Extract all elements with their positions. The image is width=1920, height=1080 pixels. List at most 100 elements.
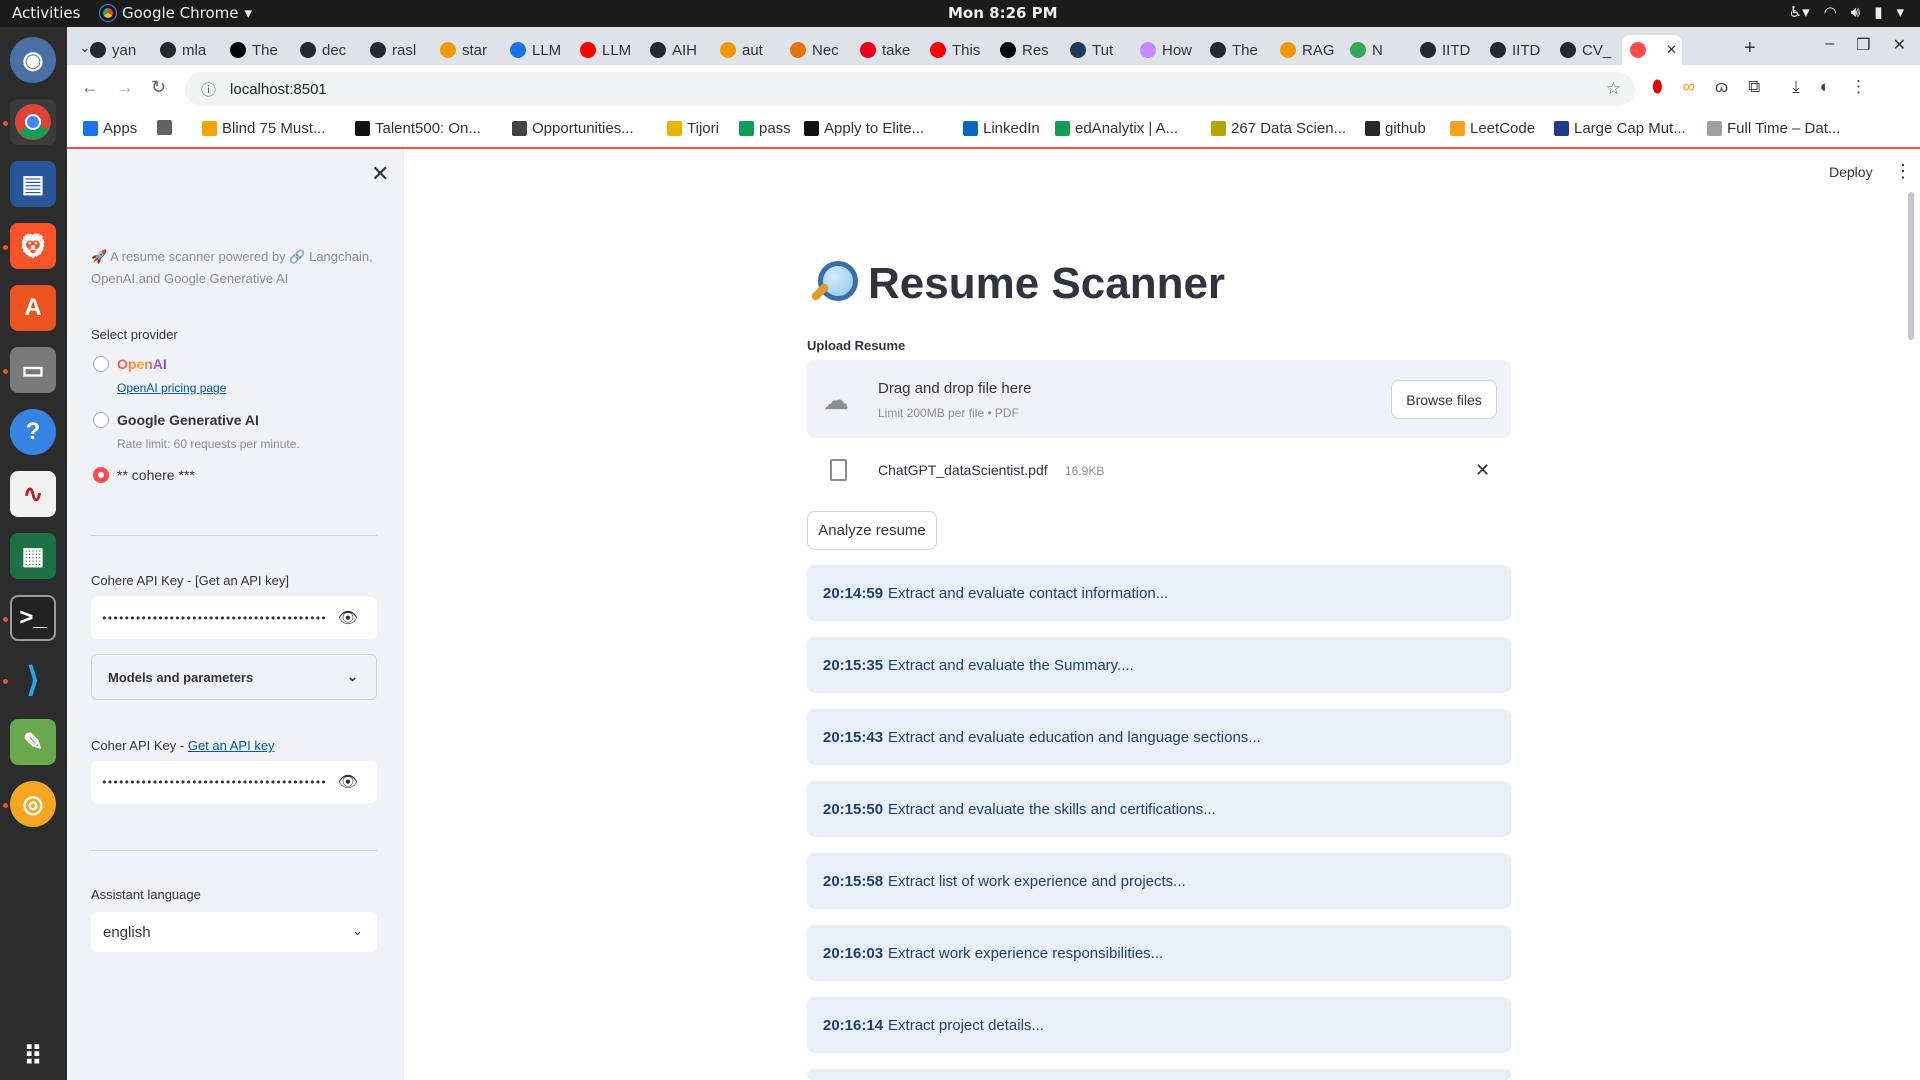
close-icon[interactable]: ✕ [1893, 35, 1906, 55]
vscode-icon[interactable]: ⟩ [10, 657, 56, 703]
radio-google[interactable] [93, 412, 109, 428]
browser-tab[interactable]: This [922, 35, 990, 65]
wifi-icon[interactable]: ◠ [1824, 3, 1837, 21]
site-info-icon[interactable]: ⓘ [201, 79, 216, 100]
files-icon[interactable]: ▭ [10, 347, 56, 393]
chrome-menu-icon[interactable]: ⋮ [1850, 77, 1867, 97]
browser-tab[interactable]: take [852, 35, 920, 65]
chromium-icon[interactable]: ◉ [10, 37, 56, 83]
volume-icon[interactable]: 🔊︎ [1851, 3, 1860, 21]
openai-pricing-link[interactable]: OpenAI pricing page [117, 381, 226, 395]
writer-icon[interactable]: ▤ [10, 161, 56, 207]
app-icon[interactable]: ◎ [10, 781, 56, 827]
browser-tab[interactable]: The [1202, 35, 1270, 65]
forward-icon[interactable]: → [116, 77, 134, 98]
bookmark-item[interactable]: Large Cap Mut... [1554, 120, 1686, 137]
get-api-key-link[interactable]: Get an API key [188, 738, 275, 753]
main-menu-icon[interactable]: ⋮ [1894, 161, 1912, 182]
browser-tab[interactable]: aut [712, 35, 780, 65]
extension-icon[interactable]: ɷ [1715, 77, 1728, 97]
remove-file-icon[interactable]: ✕ [1475, 460, 1490, 481]
bookmark-item[interactable]: Apps [83, 120, 137, 137]
browser-tab[interactable]: How [1132, 35, 1200, 65]
opera-icon[interactable]: ⬮ [1652, 77, 1663, 97]
cohere-api-key-input[interactable]: ••••••••••••••••••••••••••••••••••••••••… [91, 597, 377, 639]
bookmark-item[interactable]: github [1365, 120, 1426, 137]
reload-icon[interactable]: ↻ [151, 77, 166, 98]
activities-button[interactable]: Activities [12, 4, 80, 22]
bookmark-item[interactable]: Full Time – Dat... [1707, 120, 1840, 137]
coher-api-key-input[interactable]: ••••••••••••••••••••••••••••••••••••••••… [91, 761, 377, 803]
browser-tab[interactable]: IITD [1482, 35, 1550, 65]
bookmark-item[interactable]: LinkedIn [963, 120, 1040, 137]
browser-tab[interactable]: LLM [572, 35, 640, 65]
chrome-icon[interactable] [10, 99, 56, 145]
browser-tab[interactable]: star [432, 35, 500, 65]
extension-icon[interactable]: ∞ [1683, 77, 1695, 97]
bookmark-star-icon[interactable]: ☆ [1606, 79, 1621, 99]
file-dropzone[interactable]: ☁︎ Drag and drop file here Limit 200MB p… [807, 360, 1511, 438]
bookmark-item[interactable]: Opportunities... [512, 120, 634, 137]
radio-cohere[interactable] [93, 467, 109, 483]
download-icon[interactable]: ⤓ [1792, 77, 1800, 97]
browser-tab[interactable]: RAG [1272, 35, 1340, 65]
show-password-icon[interactable]: 👁︎ [338, 608, 358, 627]
browser-tab[interactable]: yan [82, 35, 150, 65]
bookmark-item[interactable]: LeetCode [1450, 120, 1535, 137]
bookmark-item[interactable]: edAnalytix | A... [1055, 120, 1178, 137]
bookmark-item[interactable]: Apply to Elite... [804, 120, 924, 137]
browser-tab[interactable]: mla [152, 35, 220, 65]
new-tab-button[interactable]: + [1744, 37, 1756, 60]
browser-tab[interactable]: LLM [502, 35, 570, 65]
models-parameters-expander[interactable]: Models and parameters ⌄ [91, 654, 377, 700]
browser-tab[interactable]: CV_ [1552, 35, 1620, 65]
puzzle-icon[interactable]: ⧉ [1748, 77, 1760, 97]
maximize-icon[interactable]: ❐ [1856, 35, 1870, 55]
browser-tab[interactable]: AIH [642, 35, 710, 65]
browser-tab[interactable]: Nec [782, 35, 850, 65]
brave-icon[interactable]: 🦁︎ [10, 223, 56, 269]
terminal-icon[interactable]: >_ [10, 595, 56, 641]
scrollbar[interactable] [1908, 192, 1914, 340]
browser-tab[interactable]: Res [992, 35, 1060, 65]
show-password-icon[interactable]: 👁︎ [338, 772, 358, 791]
profile-icon[interactable]: ◐ [1820, 77, 1830, 97]
app-menu[interactable]: Google Chrome ▾ [99, 4, 252, 22]
bookmark-item[interactable]: Tijori [667, 120, 719, 137]
close-sidebar-icon[interactable]: ✕ [371, 161, 389, 187]
calc-icon[interactable]: ▦ [10, 533, 56, 579]
clock[interactable]: Mon 8:26 PM [948, 4, 1058, 22]
bookmark-item[interactable]: pass [739, 120, 791, 137]
show-apps-icon[interactable]: ⠿ [10, 1033, 56, 1079]
browser-tab[interactable]: dec [292, 35, 360, 65]
battery-icon[interactable]: ▮ [1874, 3, 1882, 21]
help-icon[interactable]: ? [10, 409, 56, 455]
bookmark-item[interactable] [157, 120, 177, 135]
software-center-icon[interactable]: A [10, 285, 56, 331]
browser-tab[interactable]: ✕ [1622, 35, 1682, 65]
provider-openai-label[interactable]: OpenAI [117, 356, 167, 372]
bookmark-item[interactable]: Talent500: On... [355, 120, 481, 137]
document-viewer-icon[interactable]: ∿ [10, 471, 56, 517]
browser-tab[interactable]: The [222, 35, 290, 65]
back-icon[interactable]: ← [81, 77, 99, 98]
browse-files-button[interactable]: Browse files [1391, 380, 1497, 419]
browser-tab[interactable]: rasl [362, 35, 430, 65]
address-bar[interactable]: ⓘ localhost:8501 ☆ [185, 72, 1635, 106]
radio-openai[interactable] [93, 356, 109, 372]
accessibility-icon[interactable]: ♿▾ [1789, 3, 1810, 21]
image-editor-icon[interactable]: ✎ [10, 719, 56, 765]
close-tab-icon[interactable]: ✕ [1666, 42, 1677, 58]
browser-tab[interactable]: N [1342, 35, 1410, 65]
assistant-language-select[interactable]: english ⌄ [91, 912, 377, 952]
browser-tab[interactable]: IITD [1412, 35, 1480, 65]
chevron-down-icon[interactable]: ▾ [1896, 3, 1904, 21]
bookmark-item[interactable]: Blind 75 Must... [202, 120, 325, 137]
bookmark-item[interactable]: 267 Data Scien... [1211, 120, 1346, 137]
analyze-resume-button[interactable]: Analyze resume [807, 511, 937, 550]
provider-google-label[interactable]: Google Generative AI [117, 412, 259, 428]
minimize-icon[interactable]: – [1825, 35, 1834, 55]
system-tray[interactable]: ♿▾ ◠ 🔊︎ ▮ ▾ [1789, 3, 1904, 21]
browser-tab[interactable]: Tut [1062, 35, 1130, 65]
provider-cohere-label[interactable]: ** cohere *** [117, 467, 195, 483]
